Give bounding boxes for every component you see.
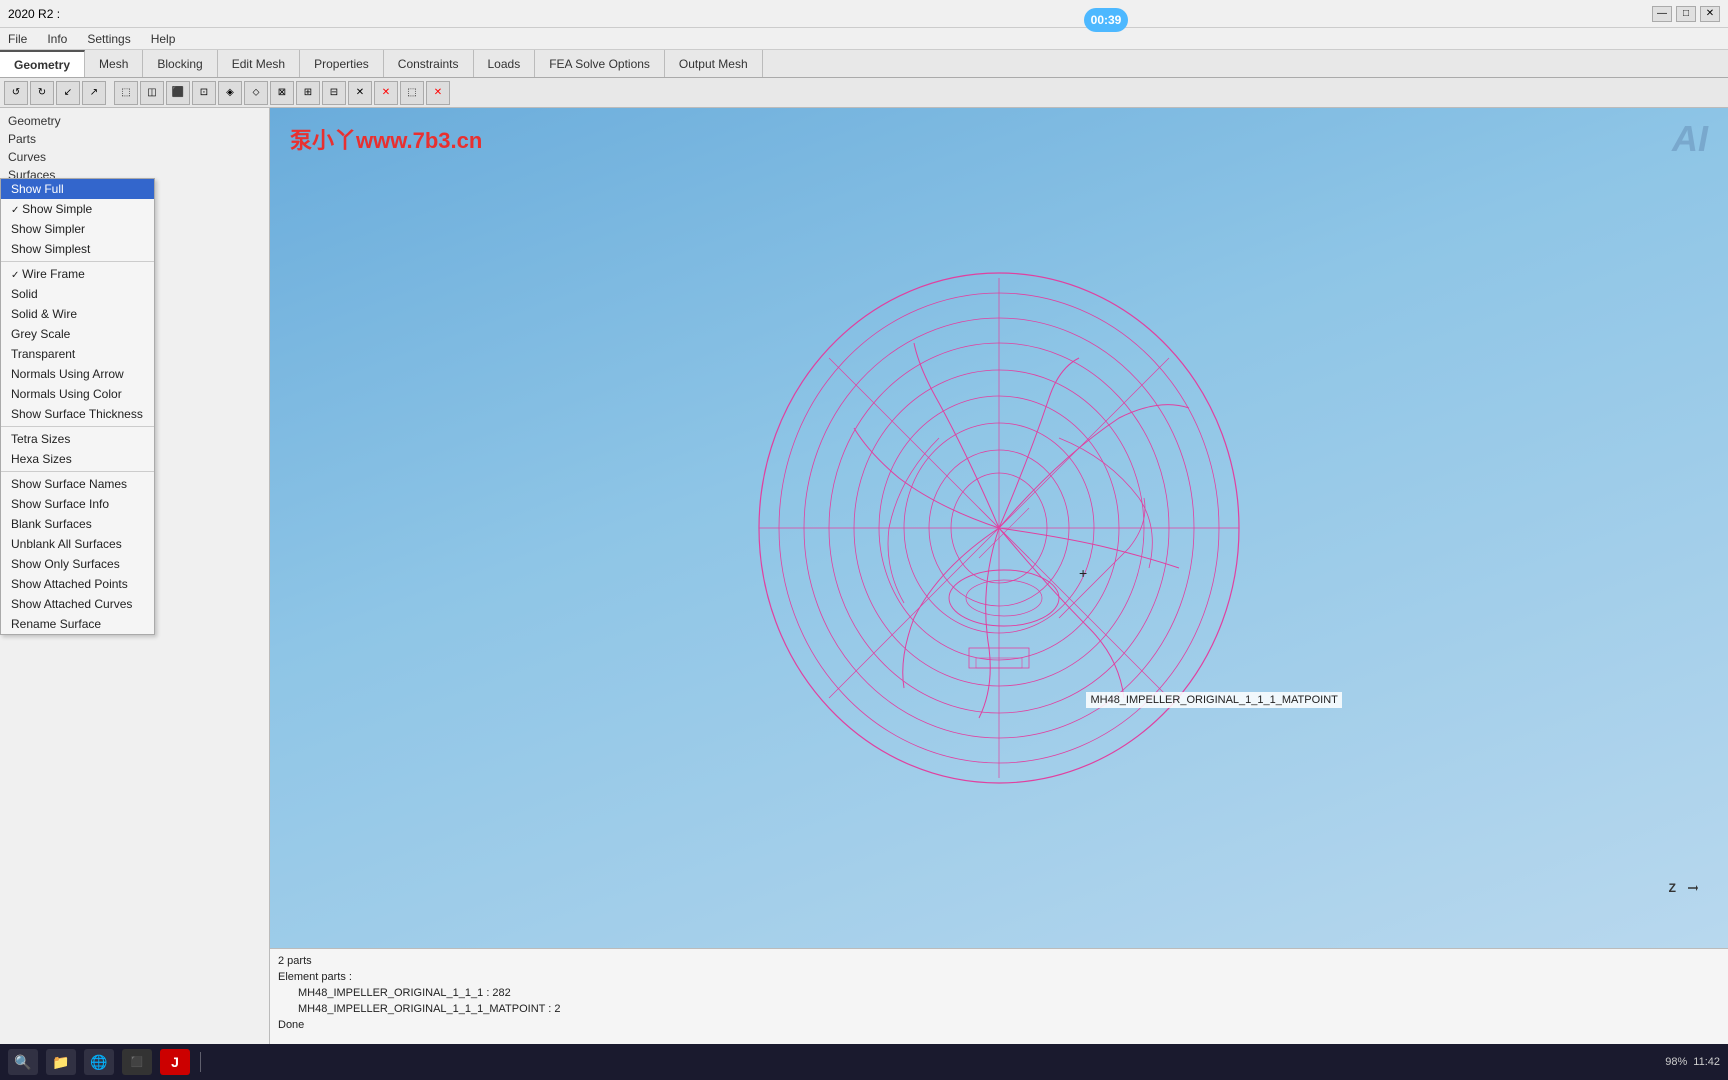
- toolbar-btn-11[interactable]: ⊠: [270, 81, 294, 105]
- left-panel: Geometry Parts Curves Surfaces Show Full…: [0, 108, 270, 1080]
- viewport-area: 泵小丫www.7b3.cn AI: [270, 108, 1728, 1080]
- dropdown-show-surface-thickness[interactable]: Show Surface Thickness: [1, 404, 154, 424]
- tab-edit-mesh[interactable]: Edit Mesh: [218, 50, 300, 77]
- toolbar-btn-17[interactable]: ✕: [426, 81, 450, 105]
- dropdown-normals-arrow[interactable]: Normals Using Arrow: [1, 364, 154, 384]
- taskbar-terminal[interactable]: ⬛: [122, 1049, 152, 1075]
- dropdown-hexa-sizes[interactable]: Hexa Sizes: [1, 449, 154, 469]
- toolbar-btn-4[interactable]: ↗: [82, 81, 106, 105]
- minimize-button[interactable]: —: [1652, 6, 1672, 22]
- taskbar-battery: 98%: [1665, 1056, 1687, 1068]
- menu-info[interactable]: Info: [43, 30, 71, 48]
- dropdown-blank-surfaces[interactable]: Blank Surfaces: [1, 514, 154, 534]
- taskbar-time: 11:42: [1693, 1056, 1720, 1068]
- nav-curves[interactable]: Curves: [0, 148, 269, 166]
- toolbar-btn-1[interactable]: ↺: [4, 81, 28, 105]
- impeller-wireframe: +: [739, 258, 1259, 798]
- status-bar: 2 parts Element parts : MH48_IMPELLER_OR…: [270, 948, 1728, 1048]
- divider-2: [1, 426, 154, 427]
- dropdown-show-surface-names[interactable]: Show Surface Names: [1, 474, 154, 494]
- tab-bar: Geometry Mesh Blocking Edit Mesh Propert…: [0, 50, 1728, 78]
- tab-geometry[interactable]: Geometry: [0, 50, 85, 77]
- toolbar-btn-15[interactable]: ✕: [374, 81, 398, 105]
- status-element-parts: Element parts :: [278, 969, 1720, 985]
- cursor-plus: +: [1079, 565, 1087, 581]
- nav-parts[interactable]: Parts: [0, 130, 269, 148]
- dropdown-unblank-all-surfaces[interactable]: Unblank All Surfaces: [1, 534, 154, 554]
- taskbar-right: 98% 11:42: [1665, 1056, 1720, 1068]
- dropdown-solid-wire[interactable]: Solid & Wire: [1, 304, 154, 324]
- divider-3: [1, 471, 154, 472]
- toolbar-btn-8[interactable]: ⊡: [192, 81, 216, 105]
- dropdown-solid[interactable]: Solid: [1, 284, 154, 304]
- divider-1: [1, 261, 154, 262]
- close-button[interactable]: ✕: [1700, 6, 1720, 22]
- status-done: Done: [278, 1017, 1720, 1033]
- 3d-viewport[interactable]: 泵小丫www.7b3.cn AI: [270, 108, 1728, 948]
- toolbar-btn-6[interactable]: ◫: [140, 81, 164, 105]
- window-title: 2020 R2 :: [8, 7, 60, 21]
- dropdown-show-only-surfaces[interactable]: Show Only Surfaces: [1, 554, 154, 574]
- z-axis-label: Z: [1669, 881, 1676, 895]
- taskbar-search[interactable]: 🔍: [8, 1049, 38, 1075]
- dropdown-normals-color[interactable]: Normals Using Color: [1, 384, 154, 404]
- menu-help[interactable]: Help: [147, 30, 180, 48]
- dropdown-grey-scale[interactable]: Grey Scale: [1, 324, 154, 344]
- tab-blocking[interactable]: Blocking: [143, 50, 217, 77]
- menu-bar: File Info Settings Help: [0, 28, 1728, 50]
- toolbar-btn-10[interactable]: ⬦: [244, 81, 268, 105]
- toolbar-btn-5[interactable]: ⬚: [114, 81, 138, 105]
- taskbar-ide[interactable]: J: [160, 1049, 190, 1075]
- dropdown-transparent[interactable]: Transparent: [1, 344, 154, 364]
- main-toolbar: ↺ ↻ ↙ ↗ ⬚ ◫ ⬛ ⊡ ◈ ⬦ ⊠ ⊞ ⊟ ✕ ✕ ⬚ ✕: [0, 78, 1728, 108]
- toolbar-btn-3[interactable]: ↙: [56, 81, 80, 105]
- toolbar-btn-13[interactable]: ⊟: [322, 81, 346, 105]
- tab-properties[interactable]: Properties: [300, 50, 384, 77]
- viewport-corner-label: AI: [1672, 118, 1708, 160]
- maximize-button[interactable]: □: [1676, 6, 1696, 22]
- tab-output-mesh[interactable]: Output Mesh: [665, 50, 763, 77]
- context-dropdown-menu: Show Full Show Simple Show Simpler Show …: [0, 178, 155, 635]
- dropdown-show-attached-points[interactable]: Show Attached Points: [1, 574, 154, 594]
- menu-file[interactable]: File: [4, 30, 31, 48]
- dropdown-show-simplest[interactable]: Show Simplest: [1, 239, 154, 259]
- taskbar-folder[interactable]: 📁: [46, 1049, 76, 1075]
- status-part-1: MH48_IMPELLER_ORIGINAL_1_1_1 : 282: [278, 985, 1720, 1001]
- dropdown-show-full[interactable]: Show Full: [1, 179, 154, 199]
- status-part-2: MH48_IMPELLER_ORIGINAL_1_1_1_MATPOINT : …: [278, 1001, 1720, 1017]
- nav-geometry[interactable]: Geometry: [0, 112, 269, 130]
- nav-panel: Geometry Parts Curves Surfaces: [0, 108, 269, 188]
- dropdown-tetra-sizes[interactable]: Tetra Sizes: [1, 429, 154, 449]
- tab-loads[interactable]: Loads: [474, 50, 536, 77]
- dropdown-show-simple[interactable]: Show Simple: [1, 199, 154, 219]
- toolbar-btn-12[interactable]: ⊞: [296, 81, 320, 105]
- dropdown-wire-frame[interactable]: Wire Frame: [1, 264, 154, 284]
- toolbar-btn-14[interactable]: ✕: [348, 81, 372, 105]
- dropdown-rename-surface[interactable]: Rename Surface: [1, 614, 154, 634]
- dropdown-show-simpler[interactable]: Show Simpler: [1, 219, 154, 239]
- viewport-watermark: 泵小丫www.7b3.cn: [290, 123, 482, 155]
- tab-constraints[interactable]: Constraints: [384, 50, 474, 77]
- taskbar-divider: [200, 1052, 201, 1072]
- toolbar-btn-16[interactable]: ⬚: [400, 81, 424, 105]
- dropdown-show-attached-curves[interactable]: Show Attached Curves: [1, 594, 154, 614]
- taskbar: 🔍 📁 🌐 ⬛ J 98% 11:42: [0, 1044, 1728, 1080]
- toolbar-btn-7[interactable]: ⬛: [166, 81, 190, 105]
- toolbar-btn-9[interactable]: ◈: [218, 81, 242, 105]
- timer-badge: 00:39: [1084, 8, 1128, 32]
- menu-settings[interactable]: Settings: [83, 30, 134, 48]
- toolbar-btn-2[interactable]: ↻: [30, 81, 54, 105]
- dropdown-show-surface-info[interactable]: Show Surface Info: [1, 494, 154, 514]
- tab-fea-solve[interactable]: FEA Solve Options: [535, 50, 665, 77]
- window-controls: — □ ✕: [1652, 6, 1720, 22]
- tab-mesh[interactable]: Mesh: [85, 50, 143, 77]
- status-parts-count: 2 parts: [278, 953, 1720, 969]
- taskbar-browser[interactable]: 🌐: [84, 1049, 114, 1075]
- axis-indicator: Z: [1669, 878, 1698, 898]
